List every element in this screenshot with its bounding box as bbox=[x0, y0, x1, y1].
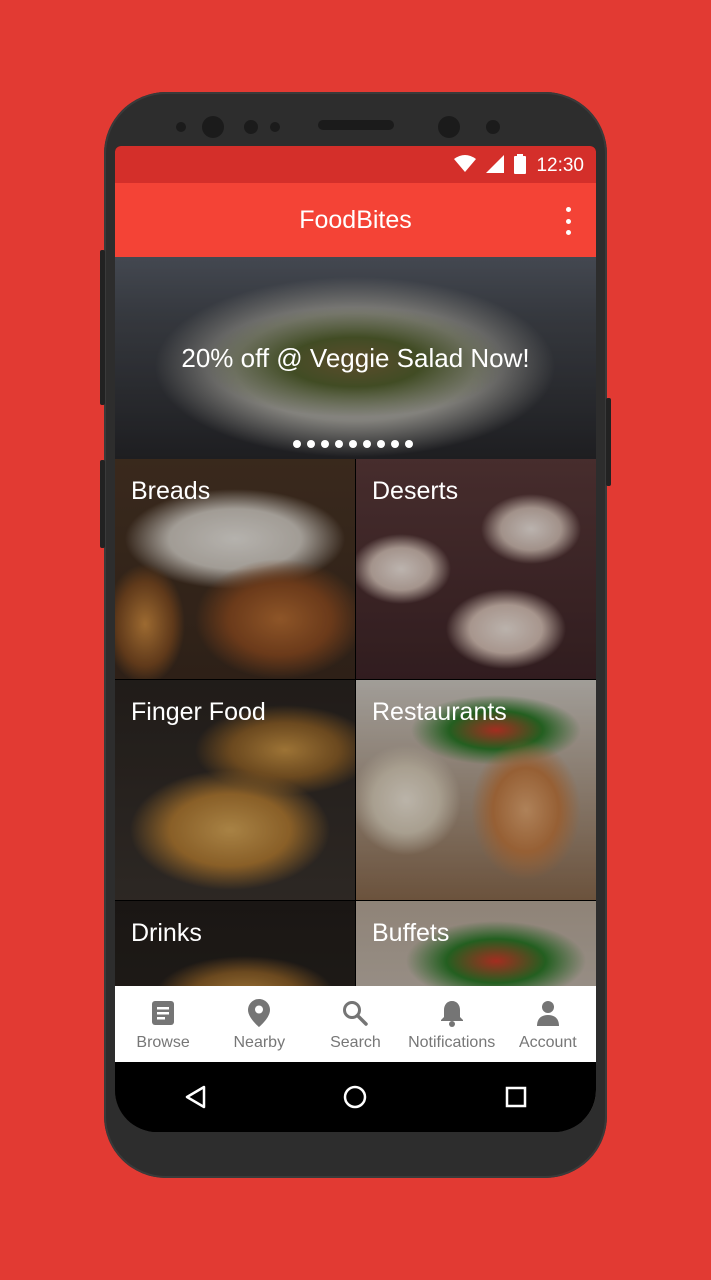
carousel-dot[interactable] bbox=[391, 440, 399, 448]
back-button[interactable] bbox=[165, 1077, 225, 1117]
nav-label: Search bbox=[330, 1034, 381, 1051]
category-tile-restaurants[interactable]: Restaurants bbox=[356, 680, 596, 900]
carousel-dot[interactable] bbox=[405, 440, 413, 448]
back-triangle-icon bbox=[185, 1085, 206, 1109]
location-pin-icon bbox=[211, 998, 307, 1028]
carousel-indicator bbox=[293, 440, 413, 448]
screen: 12:30 FoodBites 20% off @ Veggie Salad N… bbox=[115, 146, 596, 1132]
sensor-dot bbox=[244, 120, 258, 134]
nav-label: Account bbox=[518, 1034, 577, 1051]
home-button[interactable] bbox=[325, 1077, 385, 1117]
status-icons bbox=[454, 154, 526, 174]
category-tile-finger-food[interactable]: Finger Food bbox=[115, 680, 355, 900]
sensor-dot bbox=[176, 122, 186, 132]
person-icon bbox=[500, 998, 596, 1028]
sensor-dot bbox=[270, 122, 280, 132]
nav-account[interactable]: Account bbox=[500, 986, 596, 1052]
side-button bbox=[100, 460, 105, 548]
category-label: Buffets bbox=[372, 919, 450, 947]
earpiece-speaker bbox=[318, 120, 394, 130]
front-camera bbox=[202, 116, 224, 138]
wifi-icon bbox=[454, 155, 476, 172]
status-bar: 12:30 bbox=[115, 146, 596, 183]
system-navigation-bar bbox=[115, 1062, 596, 1132]
status-time: 12:30 bbox=[536, 155, 584, 176]
category-tile-breads[interactable]: Breads bbox=[115, 459, 355, 679]
volume-button bbox=[100, 250, 105, 405]
carousel-dot[interactable] bbox=[377, 440, 385, 448]
carousel-dot[interactable] bbox=[363, 440, 371, 448]
front-sensor bbox=[438, 116, 460, 138]
nav-search[interactable]: Search bbox=[307, 986, 403, 1052]
sensor-dot bbox=[486, 120, 500, 134]
bell-icon bbox=[404, 998, 500, 1028]
recents-button[interactable] bbox=[486, 1077, 546, 1117]
category-tile-deserts[interactable]: Deserts bbox=[356, 459, 596, 679]
app-bar: FoodBites bbox=[115, 183, 596, 257]
nav-label: Notifications bbox=[408, 1034, 496, 1051]
nav-label: Browse bbox=[136, 1034, 190, 1051]
app-title: FoodBites bbox=[299, 206, 412, 234]
nav-browse[interactable]: Browse bbox=[115, 986, 211, 1052]
category-label: Deserts bbox=[372, 477, 459, 505]
carousel-dot[interactable] bbox=[293, 440, 301, 448]
promo-banner[interactable]: 20% off @ Veggie Salad Now! bbox=[115, 257, 596, 459]
bottom-navigation: Browse Nearby Search Notifications Accou… bbox=[115, 986, 596, 1062]
document-icon bbox=[115, 998, 211, 1028]
signal-icon bbox=[486, 155, 504, 173]
category-label: Finger Food bbox=[131, 698, 266, 726]
carousel-dot[interactable] bbox=[349, 440, 357, 448]
nav-notifications[interactable]: Notifications bbox=[404, 986, 500, 1052]
nav-label: Nearby bbox=[233, 1034, 286, 1051]
recents-square-icon bbox=[505, 1086, 527, 1108]
promo-text: 20% off @ Veggie Salad Now! bbox=[181, 343, 530, 373]
nav-nearby[interactable]: Nearby bbox=[211, 986, 307, 1052]
search-icon bbox=[307, 998, 403, 1028]
power-button bbox=[606, 398, 611, 486]
phone-frame: 12:30 FoodBites 20% off @ Veggie Salad N… bbox=[100, 92, 611, 1178]
carousel-dot[interactable] bbox=[307, 440, 315, 448]
battery-icon bbox=[514, 154, 526, 174]
carousel-dot[interactable] bbox=[335, 440, 343, 448]
category-label: Restaurants bbox=[372, 698, 507, 726]
category-label: Breads bbox=[131, 477, 211, 505]
more-options-icon[interactable] bbox=[558, 207, 578, 235]
category-label: Drinks bbox=[131, 919, 202, 947]
carousel-dot[interactable] bbox=[321, 440, 329, 448]
home-circle-icon bbox=[344, 1085, 367, 1109]
